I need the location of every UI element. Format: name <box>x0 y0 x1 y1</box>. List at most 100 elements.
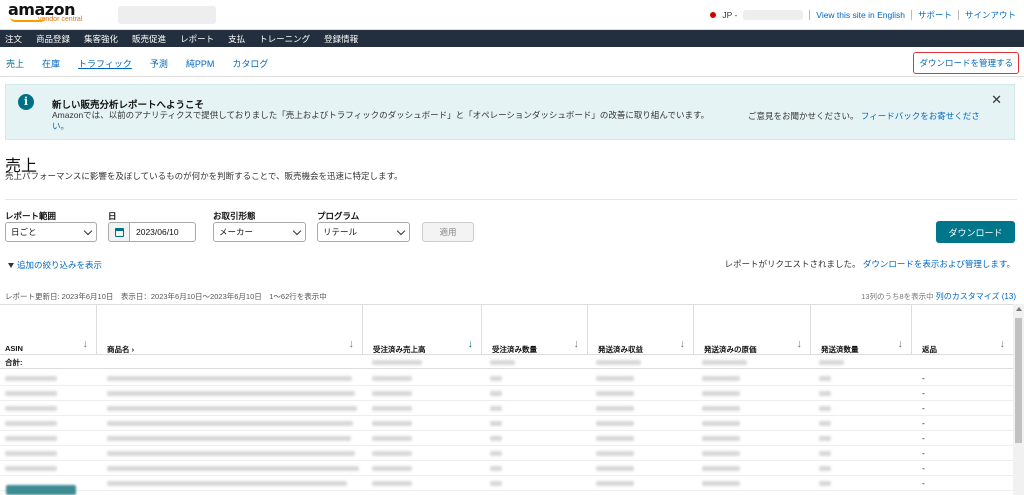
redacted-cell <box>819 421 831 426</box>
amazon-logo[interactable]: amazon vendor central <box>8 2 82 24</box>
redacted-cell <box>490 451 502 456</box>
redacted-cell <box>5 451 57 456</box>
redacted-cell <box>596 481 634 486</box>
transaction-type-value: メーカー <box>219 227 254 237</box>
sort-arrow-icon[interactable]: ↓ <box>468 338 474 350</box>
redacted-cell <box>819 436 831 441</box>
column-asin[interactable]: ASIN ↓ <box>0 305 97 355</box>
nav-training[interactable]: トレーニング <box>252 33 317 45</box>
sort-arrow-icon[interactable]: ↓ <box>898 338 904 350</box>
view-downloads-link[interactable]: ダウンロードを表示および管理します。 <box>863 259 1015 269</box>
nav-items[interactable]: 商品登録 <box>29 33 77 45</box>
redacted-cell <box>107 391 355 396</box>
add-filters-link[interactable]: 追加の絞り込みを表示 <box>8 259 102 271</box>
redacted-cell <box>107 406 357 411</box>
returns-cell: - <box>922 418 925 428</box>
account-name[interactable] <box>743 10 804 20</box>
table-row[interactable]: - <box>0 371 1013 386</box>
transaction-type-label: お取引形態 <box>213 211 256 221</box>
tab-forecast[interactable]: 予測 <box>150 57 168 70</box>
redacted-cell <box>596 406 634 411</box>
scroll-up-icon[interactable] <box>1016 307 1022 311</box>
calendar-button[interactable] <box>108 222 130 242</box>
redacted-cell <box>819 391 831 396</box>
nav-settings[interactable]: 登録情報 <box>317 33 365 45</box>
column-ordered-revenue[interactable]: 受注済み売上高 ↓ <box>363 305 482 355</box>
table-row[interactable]: - <box>0 401 1013 416</box>
sort-arrow-icon[interactable]: ↓ <box>574 338 580 350</box>
divider <box>957 10 959 20</box>
request-status: レポートがリクエストされました。 ダウンロードを表示および管理します。 <box>724 258 1015 270</box>
banner-message-line2[interactable]: い。 <box>52 121 722 132</box>
sort-arrow-icon[interactable]: ↓ <box>349 338 355 350</box>
redacted-cell <box>372 406 412 411</box>
report-range-select[interactable]: 日ごと <box>5 222 97 242</box>
sort-arrow-icon[interactable]: ↓ <box>83 338 89 350</box>
english-site-link[interactable]: View this site in English <box>816 10 905 20</box>
redacted-cell <box>490 421 502 426</box>
column-label: 発送済数量 <box>821 345 859 354</box>
nav-reports[interactable]: レポート <box>173 33 221 45</box>
column-returns[interactable]: 返品 ↓ <box>912 305 1013 355</box>
column-shipped-units[interactable]: 発送済数量 ↓ <box>811 305 912 355</box>
nav-merchandising[interactable]: 集客強化 <box>77 33 125 45</box>
chevron-down-icon <box>396 226 406 236</box>
table-row[interactable]: - <box>0 476 1013 491</box>
tab-inventory[interactable]: 在庫 <box>42 57 60 70</box>
column-shipped-cogs[interactable]: 発送済みの原価 ↓ <box>694 305 811 355</box>
redacted-cell <box>702 481 740 486</box>
table-row[interactable]: - <box>0 431 1013 446</box>
sort-arrow-icon[interactable]: ↓ <box>1000 338 1006 350</box>
table-row[interactable]: - <box>0 386 1013 401</box>
tab-catalog[interactable]: カタログ <box>232 57 268 70</box>
info-icon: i <box>18 94 34 110</box>
columns-info: 13列のうち8を表示中 列のカスタマイズ (13) <box>861 291 1016 302</box>
date-value: 2023/06/10 <box>136 227 179 237</box>
nav-payments[interactable]: 支払 <box>221 33 252 45</box>
feedback-link[interactable]: フィードバックをお寄せくださ <box>861 111 980 121</box>
program-select[interactable]: リテール <box>317 222 410 242</box>
sort-arrow-icon[interactable]: ↓ <box>680 338 686 350</box>
redacted-cell <box>5 436 57 441</box>
customize-columns-link[interactable]: 列のカスタマイズ (13) <box>936 292 1016 301</box>
transaction-type-select[interactable]: メーカー <box>213 222 306 242</box>
close-icon[interactable]: ✕ <box>991 92 1002 108</box>
redacted-cell <box>372 481 412 486</box>
tab-traffic[interactable]: トラフィック <box>78 57 132 70</box>
banner-message-line1: Amazonでは、以前のアナリティクスで提供しておりました「売上およびトラフィッ… <box>52 110 710 120</box>
column-label: 発送済みの原価 <box>704 345 757 354</box>
redacted-cell <box>596 376 634 381</box>
manage-downloads-button[interactable]: ダウンロードを管理する <box>913 52 1019 74</box>
column-shipped-revenue[interactable]: 発送済み収益 ↓ <box>588 305 694 355</box>
nav-orders[interactable]: 注文 <box>5 33 29 45</box>
tab-sales[interactable]: 売上 <box>6 57 24 70</box>
feedback-text: ご意見をお聞かせください。 フィードバックをお寄せくださ <box>748 110 980 122</box>
column-label: 受注済み売上高 <box>373 345 426 354</box>
download-button[interactable]: ダウンロード <box>936 221 1015 243</box>
sign-out-link[interactable]: サインアウト <box>965 9 1016 21</box>
main-nav: 注文 商品登録 集客強化 販売促進 レポート 支払 トレーニング 登録情報 <box>0 30 1024 47</box>
column-label: 商品名 › <box>107 345 135 354</box>
sort-arrow-icon[interactable]: ↓ <box>797 338 803 350</box>
support-link[interactable]: サポート <box>918 9 952 21</box>
tab-net-ppm[interactable]: 純PPM <box>186 57 215 70</box>
top-links: JP - View this site in English サポート サインア… <box>710 9 1016 21</box>
table-row[interactable]: - <box>0 416 1013 431</box>
total-value <box>372 360 422 365</box>
table-row[interactable]: - <box>0 461 1013 476</box>
sales-table: ASIN ↓ 商品名 › ↓ 受注済み売上高 ↓ 受注済み数量 ↓ 発送済み収益… <box>0 304 1013 495</box>
banner-message: Amazonでは、以前のアナリティクスで提供しておりました「売上およびトラフィッ… <box>52 110 722 132</box>
region-label[interactable]: JP - <box>722 10 737 20</box>
account-selector[interactable] <box>118 6 216 24</box>
column-ordered-units[interactable]: 受注済み数量 ↓ <box>482 305 588 355</box>
table-scrollbar[interactable] <box>1013 304 1024 495</box>
redacted-cell <box>5 421 57 426</box>
nav-promotions[interactable]: 販売促進 <box>125 33 173 45</box>
scroll-thumb[interactable] <box>1015 318 1022 443</box>
table-row[interactable]: - <box>0 446 1013 461</box>
date-field[interactable]: 2023/06/10 <box>130 222 196 242</box>
apply-button[interactable]: 適用 <box>422 222 474 242</box>
banner-title: 新しい販売分析レポートへようこそ <box>52 100 205 111</box>
column-product-name[interactable]: 商品名 › ↓ <box>97 305 363 355</box>
date-label: 日 <box>108 211 117 221</box>
